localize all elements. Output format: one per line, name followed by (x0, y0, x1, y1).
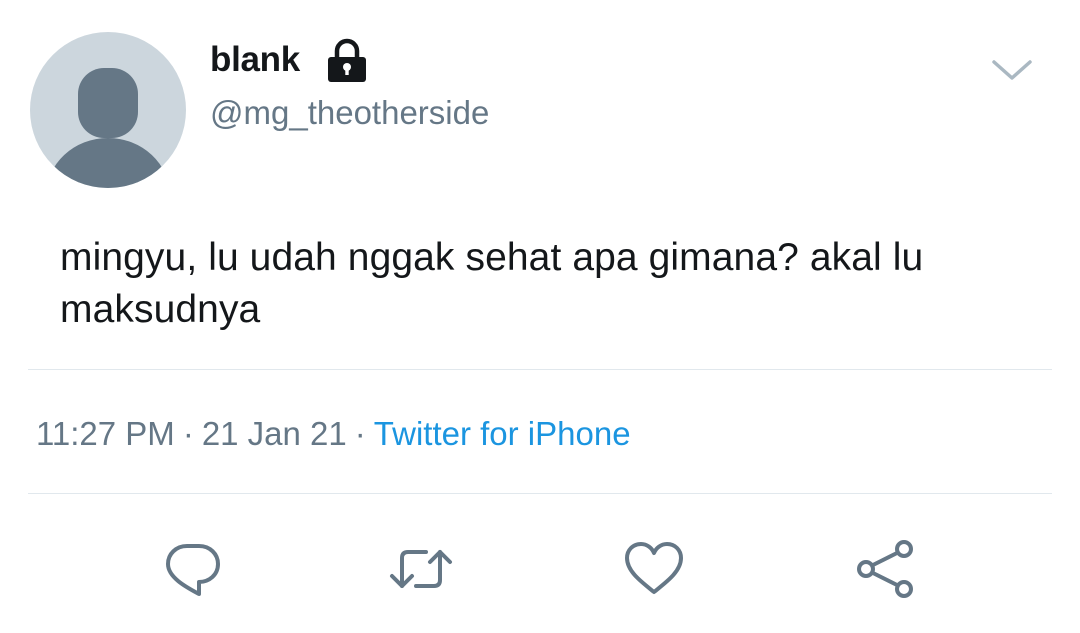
reply-button[interactable] (160, 538, 226, 600)
default-avatar-silhouette (46, 68, 170, 188)
heart-icon (625, 542, 683, 594)
tweet-time[interactable]: 11:27 PM (36, 415, 175, 452)
retweet-icon (390, 550, 452, 588)
meta-separator: · (354, 415, 366, 452)
like-button[interactable] (621, 538, 687, 600)
tweet-date[interactable]: 21 Jan 21 (202, 415, 347, 452)
reply-icon (166, 544, 220, 596)
share-button[interactable] (852, 538, 918, 600)
avatar[interactable] (30, 32, 186, 188)
lock-icon (323, 38, 371, 82)
tweet-text: mingyu, lu udah nggak sehat apa gimana? … (60, 236, 924, 331)
meta-separator: · (182, 415, 194, 452)
divider (28, 369, 1052, 370)
chevron-down-icon[interactable] (990, 52, 1034, 86)
author-handle[interactable]: @mg_theotherside (210, 92, 489, 134)
tweet-meta: 11:27 PM · 21 Jan 21 · Twitter for iPhone (36, 413, 631, 455)
tweet-source-link[interactable]: Twitter for iPhone (374, 415, 631, 452)
share-icon (857, 540, 913, 598)
retweet-button[interactable] (388, 538, 454, 600)
divider (28, 493, 1052, 494)
author-display-name[interactable]: blank (210, 38, 300, 82)
